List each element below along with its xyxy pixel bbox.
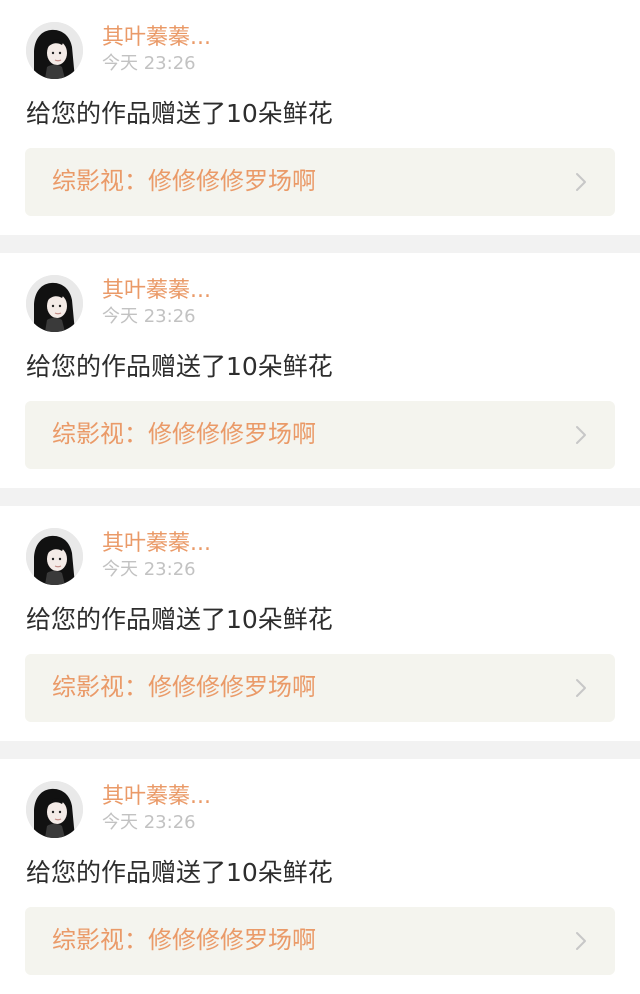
user-avatar-icon[interactable] xyxy=(26,22,83,79)
chevron-right-icon xyxy=(575,931,587,951)
work-link-button[interactable]: 综影视：修修修修罗场啊 xyxy=(25,401,615,469)
work-link-button[interactable]: 综影视：修修修修罗场啊 xyxy=(25,654,615,722)
user-avatar-icon[interactable] xyxy=(26,781,83,838)
notification-card: 其叶蓁蓁... 今天 23:26 给您的作品赠送了10朵鲜花 综影视：修修修修罗… xyxy=(0,506,640,741)
work-link-button[interactable]: 综影视：修修修修罗场啊 xyxy=(25,148,615,216)
chevron-right-icon xyxy=(575,172,587,192)
work-link-button[interactable]: 综影视：修修修修罗场啊 xyxy=(25,907,615,975)
user-avatar-icon[interactable] xyxy=(26,275,83,332)
notification-time: 今天 23:26 xyxy=(102,306,196,327)
notification-feed: 其叶蓁蓁... 今天 23:26 给您的作品赠送了10朵鲜花 综影视：修修修修罗… xyxy=(0,0,640,994)
notification-message: 给您的作品赠送了10朵鲜花 xyxy=(26,605,333,634)
notification-message: 给您的作品赠送了10朵鲜花 xyxy=(26,352,333,381)
chevron-right-icon xyxy=(575,678,587,698)
user-avatar-icon[interactable] xyxy=(26,528,83,585)
notification-card: 其叶蓁蓁... 今天 23:26 给您的作品赠送了10朵鲜花 综影视：修修修修罗… xyxy=(0,0,640,235)
notification-message: 给您的作品赠送了10朵鲜花 xyxy=(26,858,333,887)
work-title: 综影视：修修修修罗场啊 xyxy=(52,420,316,448)
work-title: 综影视：修修修修罗场啊 xyxy=(52,673,316,701)
notification-time: 今天 23:26 xyxy=(102,53,196,74)
work-title: 综影视：修修修修罗场啊 xyxy=(52,926,316,954)
work-title: 综影视：修修修修罗场啊 xyxy=(52,167,316,195)
user-name[interactable]: 其叶蓁蓁... xyxy=(102,783,211,811)
user-name[interactable]: 其叶蓁蓁... xyxy=(102,530,211,558)
user-name[interactable]: 其叶蓁蓁... xyxy=(102,24,211,52)
notification-message: 给您的作品赠送了10朵鲜花 xyxy=(26,99,333,128)
notification-card: 其叶蓁蓁... 今天 23:26 给您的作品赠送了10朵鲜花 综影视：修修修修罗… xyxy=(0,253,640,488)
user-name[interactable]: 其叶蓁蓁... xyxy=(102,277,211,305)
chevron-right-icon xyxy=(575,425,587,445)
notification-time: 今天 23:26 xyxy=(102,559,196,580)
notification-card: 其叶蓁蓁... 今天 23:26 给您的作品赠送了10朵鲜花 综影视：修修修修罗… xyxy=(0,759,640,994)
notification-time: 今天 23:26 xyxy=(102,812,196,833)
